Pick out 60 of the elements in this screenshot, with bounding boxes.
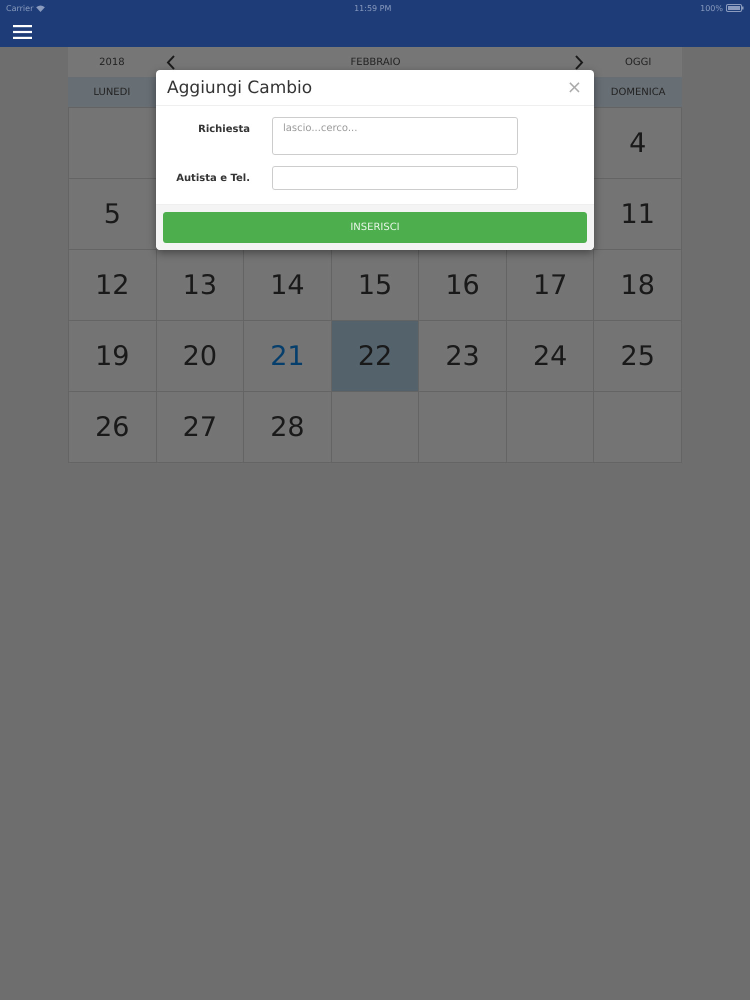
day-number: 19 [95, 340, 130, 372]
day-cell[interactable]: 12 [69, 250, 157, 321]
day-cell[interactable]: 17 [506, 250, 594, 321]
month-label: FEBBRAIO [350, 56, 402, 70]
day-number: 13 [182, 270, 218, 300]
day-cell[interactable]: 4 [594, 108, 682, 179]
field-label: Richiesta [197, 123, 250, 135]
day-number: 5 [104, 198, 121, 230]
day-number: 26 [95, 412, 130, 442]
wifi-icon [36, 4, 46, 12]
day-cell[interactable]: 21 [244, 321, 332, 392]
day-cell[interactable]: 28 [244, 392, 332, 463]
day-number: 24 [532, 340, 568, 372]
day-cell[interactable]: 15 [332, 250, 420, 321]
clock-time: 11:59 PM [354, 4, 392, 12]
chevron-left-icon[interactable] [166, 54, 176, 70]
day-number: 21 [270, 340, 305, 372]
insert-button[interactable]: INSERISCI [163, 212, 587, 243]
day-cell[interactable]: 25 [594, 321, 682, 392]
menu-icon[interactable] [13, 24, 32, 38]
day-number: 25 [620, 340, 655, 372]
close-button[interactable]: × [566, 77, 582, 98]
field-label: Autista e Tel. [175, 172, 250, 184]
day-cell[interactable]: 20 [156, 321, 244, 392]
day-number: 16 [445, 270, 480, 300]
carrier-label: Carrier [6, 4, 34, 12]
day-number: 4 [629, 128, 646, 158]
day-number: 28 [270, 412, 305, 442]
day-cell[interactable]: 16 [419, 250, 507, 321]
day-cell[interactable]: 11 [594, 179, 682, 250]
request-field[interactable]: lascio...cerco... [272, 117, 518, 155]
weekday-label: DOMENICA [610, 86, 666, 98]
chevron-right-icon[interactable] [575, 54, 584, 70]
day-cell[interactable]: 19 [69, 321, 157, 392]
day-cell[interactable]: 23 [419, 321, 507, 392]
day-number: 27 [182, 412, 218, 442]
day-cell[interactable]: 27 [156, 392, 244, 463]
day-number: 23 [445, 340, 480, 372]
day-cell[interactable]: 5 [69, 179, 157, 250]
day-number: 11 [620, 198, 655, 230]
today-button[interactable]: OGGI [594, 47, 682, 77]
day-number: 17 [532, 270, 568, 300]
day-number: 20 [182, 340, 218, 372]
battery-icon [726, 4, 744, 12]
day-cell[interactable]: 14 [244, 250, 332, 321]
day-number: 12 [95, 270, 130, 300]
day-cell[interactable]: 24 [506, 321, 594, 392]
day-cell[interactable]: 22 [332, 321, 420, 392]
day-number: 18 [620, 270, 655, 300]
day-cell[interactable]: 13 [156, 250, 244, 321]
driver-phone-field[interactable] [272, 166, 518, 190]
battery-percent: 100% [700, 4, 723, 12]
weekday-label: LUNEDI [93, 86, 130, 98]
dialog-title: Aggiungi Cambio [167, 78, 312, 98]
day-cell[interactable]: 26 [69, 392, 157, 463]
day-number: 14 [270, 270, 305, 300]
day-number: 15 [358, 270, 392, 300]
day-number: 22 [358, 340, 392, 372]
day-cell[interactable]: 18 [594, 250, 682, 321]
year-label[interactable]: 2018 [68, 47, 156, 77]
